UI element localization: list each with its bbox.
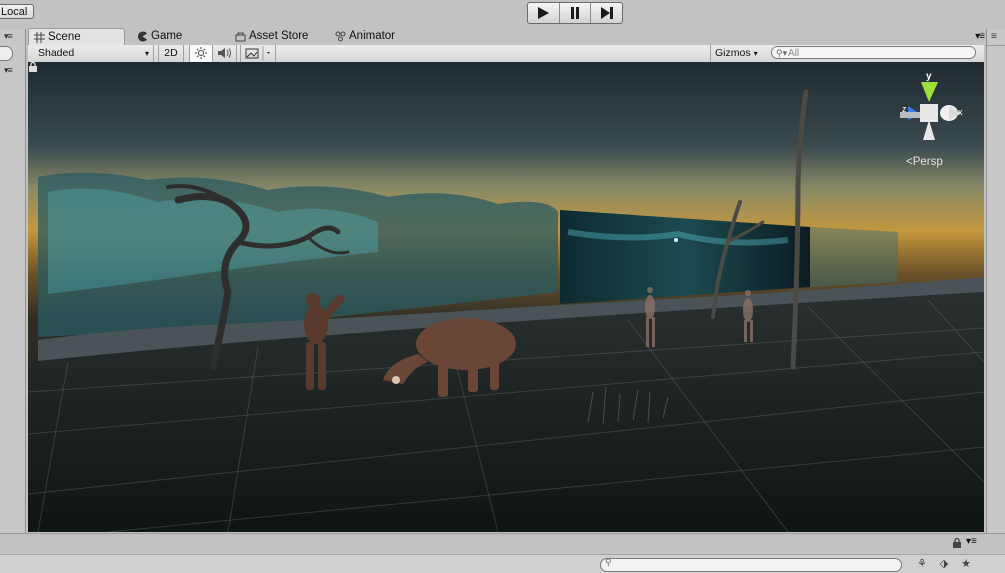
bottom-panel-toolbar: ⚲ ⚘ ⬗ ★: [0, 554, 1005, 573]
panel-menu-icon[interactable]: ▾≡: [4, 65, 13, 76]
sun-icon: [195, 47, 207, 59]
gizmo-x-label: x: [958, 107, 963, 117]
gizmos-label: Gizmos: [715, 47, 751, 59]
grid-icon: [34, 31, 45, 43]
filter-by-label-icon[interactable]: ⬗: [936, 557, 952, 571]
playback-controls: [527, 2, 623, 24]
left-panel-edge: ▾≡ ▾≡: [0, 29, 26, 558]
2d-mode-toggle[interactable]: 2D: [158, 45, 184, 62]
store-icon: [235, 32, 246, 42]
chevron-down-icon: ▾: [144, 49, 149, 58]
play-icon: [538, 7, 550, 19]
tab-menu-icon[interactable]: ▾≡: [975, 31, 985, 42]
divider: [987, 45, 1005, 46]
speaker-icon: [218, 48, 231, 58]
search-icon: ⚲▾: [776, 48, 788, 58]
animator-icon: [335, 31, 346, 42]
play-button[interactable]: [528, 3, 560, 23]
bottom-panel-header: ▾≡: [0, 534, 1005, 552]
pause-button[interactable]: [560, 3, 592, 23]
scene-toolbar: Shaded ▾ 2D Gizmos ▾ ⚲▾ All: [28, 45, 984, 63]
favorites-star-icon[interactable]: ★: [958, 557, 974, 571]
lock-icon[interactable]: [952, 538, 962, 548]
scene-effects-dropdown[interactable]: [240, 45, 276, 62]
scene-lighting-toggle[interactable]: [189, 45, 213, 62]
scene-audio-toggle[interactable]: [213, 45, 237, 62]
tab-asset-store-label: Asset Store: [249, 30, 309, 42]
scene-search-placeholder: All: [788, 48, 800, 59]
panel-menu-icon[interactable]: ▾≡: [4, 31, 13, 42]
panel-menu-icon[interactable]: ≡: [991, 31, 997, 42]
project-search-input[interactable]: ⚲: [600, 557, 902, 572]
tab-animator[interactable]: Animator: [330, 28, 420, 45]
image-icon: [245, 46, 270, 61]
projection-label: Persp: [912, 156, 943, 168]
gizmo-y-label: y: [926, 71, 932, 82]
window-tabs: Scene Game Asset Store Animator ▾≡: [28, 28, 985, 45]
gizmo-z-label: z: [902, 104, 907, 114]
filter-by-type-icon[interactable]: ⚘: [914, 557, 930, 571]
tab-scene-label: Scene: [48, 30, 81, 43]
lock-icon[interactable]: [28, 62, 38, 72]
persp-icon: <: [906, 156, 913, 168]
scene-search-input[interactable]: ⚲▾ All: [771, 46, 976, 59]
projection-toggle[interactable]: <Persp: [906, 156, 943, 168]
tab-game-label: Game: [151, 30, 183, 42]
pivot-rotation-button[interactable]: Local: [0, 4, 34, 19]
search-icon: ⚲: [605, 557, 612, 567]
tab-asset-store[interactable]: Asset Store: [230, 28, 330, 45]
step-button[interactable]: [591, 3, 622, 23]
left-panel-search[interactable]: [0, 46, 13, 61]
scene-render: y z x: [28, 62, 984, 532]
bottom-panel: ▾≡ ⚲ ⚘ ⬗ ★: [0, 533, 1005, 573]
tab-game[interactable]: Game: [132, 28, 212, 45]
gizmos-dropdown[interactable]: Gizmos ▾: [710, 45, 764, 62]
panel-menu-icon[interactable]: ▾≡: [966, 536, 977, 547]
pause-icon: [571, 7, 579, 19]
step-icon: [600, 7, 613, 19]
top-toolbar: Local: [0, 0, 1005, 26]
scene-viewport[interactable]: y z x <Persp: [28, 62, 984, 532]
draw-mode-dropdown[interactable]: Shaded ▾: [28, 45, 154, 62]
chevron-down-icon: ▾: [753, 49, 758, 58]
draw-mode-label: Shaded: [38, 47, 75, 59]
tab-animator-label: Animator: [349, 30, 396, 42]
tab-scene[interactable]: Scene: [28, 28, 125, 45]
right-panel-edge: ≡: [986, 29, 1005, 558]
pacman-icon: [138, 31, 147, 42]
